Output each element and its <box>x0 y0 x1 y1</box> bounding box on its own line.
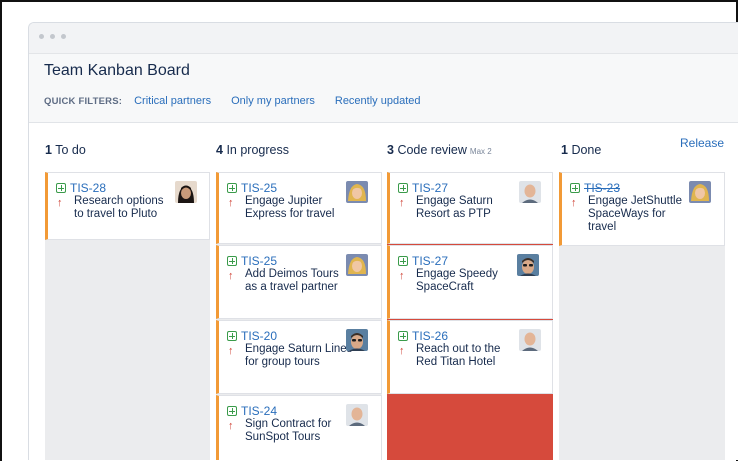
story-icon <box>227 406 237 416</box>
issue-summary: Engage JetShuttle SpaceWays for travel <box>588 195 682 233</box>
story-icon <box>398 256 408 266</box>
issue-card[interactable]: TIS-25 ↑ Add Deimos Tours as a travel pa… <box>216 245 382 319</box>
card-key-row: TIS-26 <box>398 329 448 343</box>
assignee-avatar[interactable] <box>346 181 368 203</box>
assignee-avatar[interactable] <box>175 181 197 203</box>
column-name: Code review <box>397 143 467 157</box>
issue-key[interactable]: TIS-24 <box>241 404 277 418</box>
column-header-in-progress: 4 In progress <box>216 143 289 157</box>
quick-filters: QUICK FILTERS: Critical partners Only my… <box>44 95 441 107</box>
card-key-row: TIS-27 <box>398 254 448 268</box>
window-controls <box>39 34 66 39</box>
assignee-avatar[interactable] <box>346 254 368 276</box>
assignee-avatar[interactable] <box>519 181 541 203</box>
filter-recently-updated[interactable]: Recently updated <box>335 95 421 107</box>
issue-summary: Engage Speedy SpaceCraft <box>416 268 498 293</box>
assignee-avatar[interactable] <box>519 329 541 351</box>
issue-card[interactable]: TIS-28 ↑ Research options to travel to P… <box>45 172 210 240</box>
story-icon <box>227 256 237 266</box>
issue-key[interactable]: TIS-27 <box>412 181 448 195</box>
issue-key[interactable]: TIS-20 <box>241 329 277 343</box>
window-dot-icon[interactable] <box>61 34 66 39</box>
card-key-row: TIS-27 <box>398 181 448 195</box>
wip-limit-label: Max 2 <box>469 147 492 156</box>
card-key-row: TIS-25 <box>227 181 277 195</box>
priority-high-icon: ↑ <box>399 197 405 209</box>
column-count: 1 <box>561 143 568 157</box>
story-icon <box>398 331 408 341</box>
release-link[interactable]: Release <box>680 136 724 150</box>
issue-card[interactable]: TIS-27 ↑ Engage Saturn Resort as PTP <box>387 172 553 244</box>
priority-high-icon: ↑ <box>571 197 577 209</box>
issue-card[interactable]: TIS-20 ↑ Engage Saturn Lines for group t… <box>216 320 382 394</box>
priority-high-icon: ↑ <box>399 270 405 282</box>
board-header: Team Kanban Board QUICK FILTERS: Critica… <box>29 54 738 123</box>
issue-summary: Research options to travel to Pluto <box>74 195 164 220</box>
priority-high-icon: ↑ <box>57 197 63 209</box>
window-dot-icon[interactable] <box>39 34 44 39</box>
column-header-todo: 1 To do <box>45 143 86 157</box>
priority-high-icon: ↑ <box>228 197 234 209</box>
window-dot-icon[interactable] <box>50 34 55 39</box>
card-key-row: TIS-20 <box>227 329 277 343</box>
issue-summary: Engage Saturn Lines for group tours <box>245 343 353 368</box>
issue-key[interactable]: TIS-23 <box>584 181 620 195</box>
priority-high-icon: ↑ <box>399 345 405 357</box>
issue-key[interactable]: TIS-25 <box>241 181 277 195</box>
priority-high-icon: ↑ <box>228 345 234 357</box>
column-name: In progress <box>226 143 289 157</box>
assignee-avatar[interactable] <box>346 404 368 426</box>
page-title: Team Kanban Board <box>44 62 190 79</box>
kanban-board: 1 To do 4 In progress 3 Code review Max 2… <box>29 123 738 460</box>
issue-key[interactable]: TIS-28 <box>70 181 106 195</box>
card-key-row: TIS-28 <box>56 181 106 195</box>
filter-critical-partners[interactable]: Critical partners <box>134 95 211 107</box>
issue-card[interactable]: TIS-25 ↑ Engage Jupiter Express for trav… <box>216 172 382 244</box>
card-key-row: TIS-23 <box>570 181 620 195</box>
priority-high-icon: ↑ <box>228 420 234 432</box>
issue-card[interactable]: TIS-27 ↑ Engage Speedy SpaceCraft <box>387 245 553 319</box>
column-name: To do <box>55 143 86 157</box>
issue-card[interactable]: TIS-26 ↑ Reach out to the Red Titan Hote… <box>387 320 553 394</box>
issue-summary: Add Deimos Tours as a travel partner <box>245 268 339 293</box>
issue-summary: Reach out to the Red Titan Hotel <box>416 343 501 368</box>
issue-key[interactable]: TIS-25 <box>241 254 277 268</box>
issue-summary: Engage Jupiter Express for travel <box>245 195 335 220</box>
filter-only-my-partners[interactable]: Only my partners <box>231 95 315 107</box>
card-key-row: TIS-24 <box>227 404 277 418</box>
column-header-done: 1 Done <box>561 143 601 157</box>
issue-key[interactable]: TIS-27 <box>412 254 448 268</box>
column-header-code-review: 3 Code review Max 2 <box>387 143 492 157</box>
assignee-avatar[interactable] <box>517 254 539 276</box>
column-name: Done <box>571 143 602 157</box>
story-icon <box>227 183 237 193</box>
issue-card[interactable]: TIS-23 ↑ Engage JetShuttle SpaceWays for… <box>559 172 725 246</box>
story-icon <box>227 331 237 341</box>
column-count: 3 <box>387 143 394 157</box>
app-window: Team Kanban Board QUICK FILTERS: Critica… <box>28 22 738 460</box>
assignee-avatar[interactable] <box>346 329 368 351</box>
issue-key[interactable]: TIS-26 <box>412 329 448 343</box>
column-count: 4 <box>216 143 223 157</box>
window-titlebar <box>29 23 738 54</box>
issue-card[interactable]: TIS-24 ↑ Sign Contract for SunSpot Tours <box>216 395 382 460</box>
card-key-row: TIS-25 <box>227 254 277 268</box>
issue-summary: Engage Saturn Resort as PTP <box>416 195 493 220</box>
column-count: 1 <box>45 143 52 157</box>
priority-high-icon: ↑ <box>228 270 234 282</box>
quick-filters-label: QUICK FILTERS: <box>44 95 123 107</box>
issue-summary: Sign Contract for SunSpot Tours <box>245 418 332 443</box>
story-icon <box>570 183 580 193</box>
assignee-avatar[interactable] <box>689 181 711 203</box>
story-icon <box>398 183 408 193</box>
story-icon <box>56 183 66 193</box>
